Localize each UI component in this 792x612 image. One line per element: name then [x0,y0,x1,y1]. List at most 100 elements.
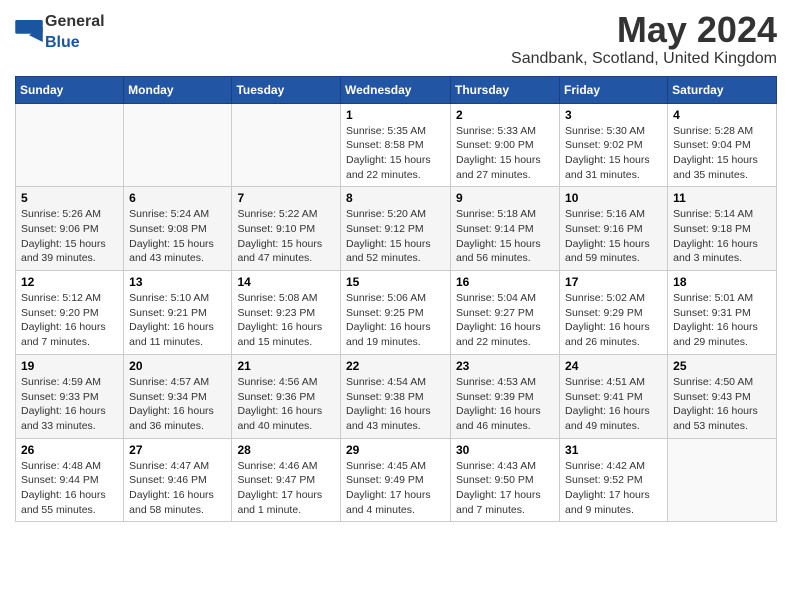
day-info: Sunrise: 4:57 AM Sunset: 9:34 PM Dayligh… [129,375,226,434]
calendar-cell: 15 Sunrise: 5:06 AM Sunset: 9:25 PM Dayli… [341,271,451,355]
day-info: Sunrise: 4:54 AM Sunset: 9:38 PM Dayligh… [346,375,445,434]
calendar-header: SundayMondayTuesdayWednesdayThursdayFrid… [16,76,777,103]
calendar-cell: 2 Sunrise: 5:33 AM Sunset: 9:00 PM Daylig… [451,103,560,187]
day-number: 24 [565,359,662,373]
day-number: 22 [346,359,445,373]
calendar-week-row: 5 Sunrise: 5:26 AM Sunset: 9:06 PM Daylig… [16,187,777,271]
day-number: 27 [129,443,226,457]
day-number: 31 [565,443,662,457]
day-number: 18 [673,275,771,289]
calendar-table: SundayMondayTuesdayWednesdayThursdayFrid… [15,76,777,523]
day-info: Sunrise: 5:24 AM Sunset: 9:08 PM Dayligh… [129,207,226,266]
day-info: Sunrise: 4:56 AM Sunset: 9:36 PM Dayligh… [237,375,335,434]
logo-blue-text: Blue [45,34,80,51]
calendar-week-row: 26Sunrise: 4:48 AM Sunset: 9:44 PM Dayli… [16,438,777,522]
calendar-cell: 28Sunrise: 4:46 AM Sunset: 9:47 PM Dayli… [232,438,341,522]
calendar-week-row: 19 Sunrise: 4:59 AM Sunset: 9:33 PM Dayli… [16,354,777,438]
calendar-cell: 30Sunrise: 4:43 AM Sunset: 9:50 PM Dayli… [451,438,560,522]
logo-general-text: General [45,13,105,30]
header-cell-friday: Friday [560,76,668,103]
calendar-body: 1 Sunrise: 5:35 AM Sunset: 8:58 PM Daylig… [16,103,777,522]
calendar-cell: 31 Sunrise: 4:42 AM Sunset: 9:52 PM Dayli… [560,438,668,522]
calendar-cell: 26Sunrise: 4:48 AM Sunset: 9:44 PM Dayli… [16,438,124,522]
calendar-cell: 27 Sunrise: 4:47 AM Sunset: 9:46 PM Dayli… [124,438,232,522]
day-number: 23 [456,359,554,373]
day-number: 15 [346,275,445,289]
calendar-cell: 25Sunrise: 4:50 AM Sunset: 9:43 PM Dayli… [668,354,777,438]
day-number: 20 [129,359,226,373]
calendar-week-row: 12 Sunrise: 5:12 AM Sunset: 9:20 PM Dayli… [16,271,777,355]
day-info: Sunrise: 5:28 AM Sunset: 9:04 PM Dayligh… [673,124,771,183]
day-info: Sunrise: 5:16 AM Sunset: 9:16 PM Dayligh… [565,207,662,266]
day-number: 21 [237,359,335,373]
day-number: 17 [565,275,662,289]
day-number: 7 [237,191,335,205]
day-number: 30 [456,443,554,457]
calendar-cell: 20 Sunrise: 4:57 AM Sunset: 9:34 PM Dayli… [124,354,232,438]
day-number: 9 [456,191,554,205]
day-info: Sunrise: 5:30 AM Sunset: 9:02 PM Dayligh… [565,124,662,183]
day-number: 5 [21,191,118,205]
day-number: 28 [237,443,335,457]
calendar-cell: 19 Sunrise: 4:59 AM Sunset: 9:33 PM Dayli… [16,354,124,438]
day-info: Sunrise: 5:06 AM Sunset: 9:25 PM Dayligh… [346,291,445,350]
day-info: Sunrise: 4:42 AM Sunset: 9:52 PM Dayligh… [565,459,662,518]
header-cell-monday: Monday [124,76,232,103]
calendar-cell: 12 Sunrise: 5:12 AM Sunset: 9:20 PM Dayli… [16,271,124,355]
day-info: Sunrise: 5:08 AM Sunset: 9:23 PM Dayligh… [237,291,335,350]
day-number: 6 [129,191,226,205]
day-info: Sunrise: 4:45 AM Sunset: 9:49 PM Dayligh… [346,459,445,518]
day-number: 19 [21,359,118,373]
day-info: Sunrise: 5:26 AM Sunset: 9:06 PM Dayligh… [21,207,118,266]
calendar-cell [232,103,341,187]
calendar-cell: 3 Sunrise: 5:30 AM Sunset: 9:02 PM Daylig… [560,103,668,187]
day-info: Sunrise: 5:02 AM Sunset: 9:29 PM Dayligh… [565,291,662,350]
day-number: 14 [237,275,335,289]
day-info: Sunrise: 5:22 AM Sunset: 9:10 PM Dayligh… [237,207,335,266]
header-cell-sunday: Sunday [16,76,124,103]
calendar-cell: 24Sunrise: 4:51 AM Sunset: 9:41 PM Dayli… [560,354,668,438]
day-info: Sunrise: 5:04 AM Sunset: 9:27 PM Dayligh… [456,291,554,350]
day-number: 13 [129,275,226,289]
calendar-cell: 23 Sunrise: 4:53 AM Sunset: 9:39 PM Dayli… [451,354,560,438]
day-number: 4 [673,108,771,122]
calendar-cell: 21 Sunrise: 4:56 AM Sunset: 9:36 PM Dayli… [232,354,341,438]
day-info: Sunrise: 5:33 AM Sunset: 9:00 PM Dayligh… [456,124,554,183]
calendar-cell: 16Sunrise: 5:04 AM Sunset: 9:27 PM Dayli… [451,271,560,355]
day-number: 8 [346,191,445,205]
day-number: 3 [565,108,662,122]
calendar-cell [668,438,777,522]
day-number: 26 [21,443,118,457]
day-info: Sunrise: 5:35 AM Sunset: 8:58 PM Dayligh… [346,124,445,183]
header-cell-wednesday: Wednesday [341,76,451,103]
day-info: Sunrise: 4:47 AM Sunset: 9:46 PM Dayligh… [129,459,226,518]
day-info: Sunrise: 5:01 AM Sunset: 9:31 PM Dayligh… [673,291,771,350]
day-number: 12 [21,275,118,289]
calendar-cell: 7 Sunrise: 5:22 AM Sunset: 9:10 PM Daylig… [232,187,341,271]
page-header: General Blue May 2024 Sandbank, Scotland… [15,10,777,68]
calendar-cell: 9 Sunrise: 5:18 AM Sunset: 9:14 PM Daylig… [451,187,560,271]
calendar-cell: 13 Sunrise: 5:10 AM Sunset: 9:21 PM Dayli… [124,271,232,355]
calendar-cell: 4 Sunrise: 5:28 AM Sunset: 9:04 PM Daylig… [668,103,777,187]
header-row: SundayMondayTuesdayWednesdayThursdayFrid… [16,76,777,103]
month-title: May 2024 [511,10,777,50]
day-info: Sunrise: 5:18 AM Sunset: 9:14 PM Dayligh… [456,207,554,266]
calendar-week-row: 1 Sunrise: 5:35 AM Sunset: 8:58 PM Daylig… [16,103,777,187]
calendar-cell: 18 Sunrise: 5:01 AM Sunset: 9:31 PM Dayli… [668,271,777,355]
day-number: 11 [673,191,771,205]
day-number: 1 [346,108,445,122]
day-info: Sunrise: 5:12 AM Sunset: 9:20 PM Dayligh… [21,291,118,350]
day-number: 2 [456,108,554,122]
day-info: Sunrise: 5:10 AM Sunset: 9:21 PM Dayligh… [129,291,226,350]
title-section: May 2024 Sandbank, Scotland, United King… [511,10,777,68]
calendar-cell: 29Sunrise: 4:45 AM Sunset: 9:49 PM Dayli… [341,438,451,522]
calendar-cell: 17 Sunrise: 5:02 AM Sunset: 9:29 PM Dayli… [560,271,668,355]
calendar-cell: 11Sunrise: 5:14 AM Sunset: 9:18 PM Dayli… [668,187,777,271]
day-info: Sunrise: 4:59 AM Sunset: 9:33 PM Dayligh… [21,375,118,434]
calendar-cell: 14 Sunrise: 5:08 AM Sunset: 9:23 PM Dayli… [232,271,341,355]
day-info: Sunrise: 4:53 AM Sunset: 9:39 PM Dayligh… [456,375,554,434]
location-text: Sandbank, Scotland, United Kingdom [511,50,777,68]
calendar-cell: 10Sunrise: 5:16 AM Sunset: 9:16 PM Dayli… [560,187,668,271]
header-cell-saturday: Saturday [668,76,777,103]
day-info: Sunrise: 5:20 AM Sunset: 9:12 PM Dayligh… [346,207,445,266]
